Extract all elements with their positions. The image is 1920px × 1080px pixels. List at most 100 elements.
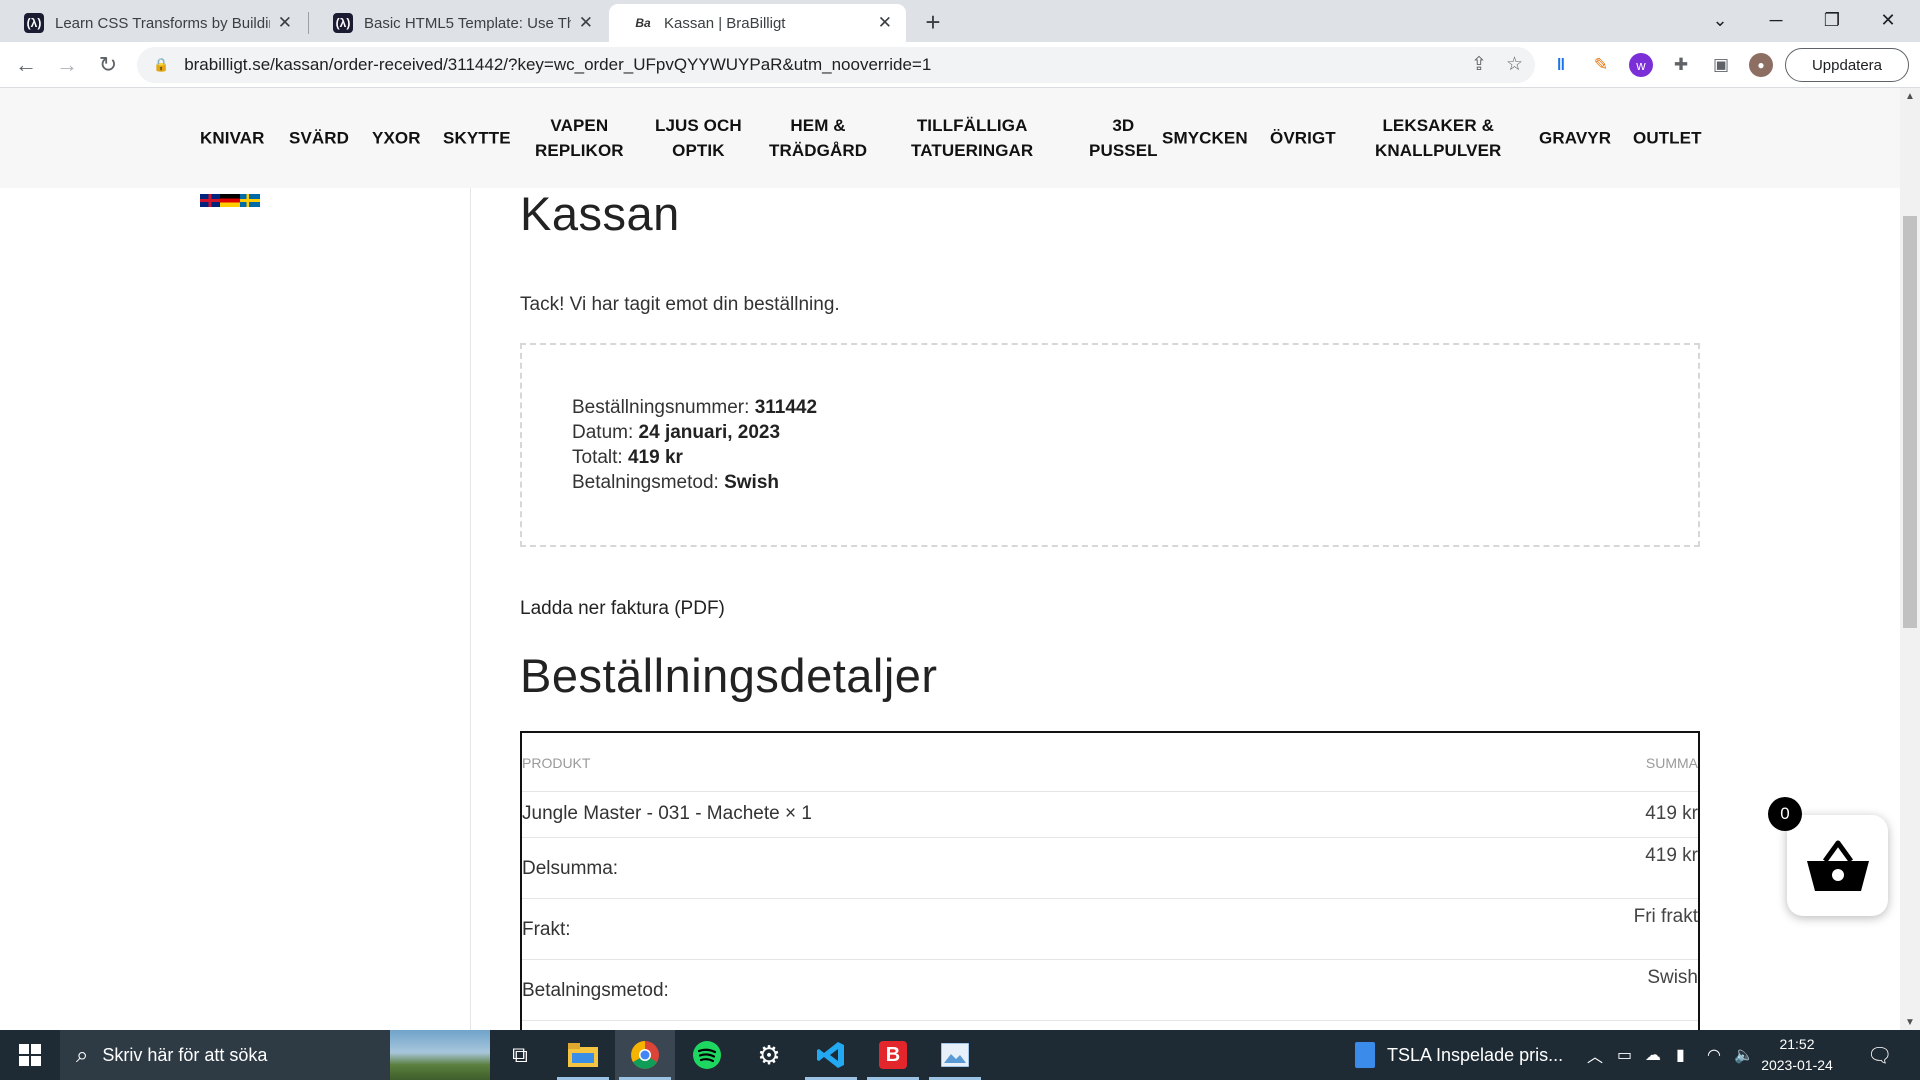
site-main-nav: KNIVAR SVÄRD YXOR SKYTTE VAPEN REPLIKOR … bbox=[0, 88, 1900, 188]
order-total-row: Totalt: 419 kr bbox=[572, 445, 1648, 470]
order-total-label: Totalt: bbox=[572, 447, 623, 468]
order-date-row: Datum: 24 januari, 2023 bbox=[572, 420, 1648, 445]
settings-gear-icon[interactable]: ⚙ bbox=[739, 1030, 799, 1080]
profile-avatar[interactable]: ● bbox=[1749, 53, 1773, 77]
order-payment-row: Betalningsmetod: Swish bbox=[572, 470, 1648, 495]
nav-item-tillfalliga-tatueringar[interactable]: TILLFÄLLIGA TATUERINGAR bbox=[911, 113, 1033, 163]
payment-method-label: Betalningsmetod: bbox=[522, 980, 669, 1001]
order-number-row: Beställningsnummer: 311442 bbox=[572, 395, 1648, 420]
scroll-up-icon[interactable]: ▲ bbox=[1900, 88, 1920, 104]
table-row: Delsumma: 419 kr bbox=[522, 838, 1698, 899]
order-payment-label: Betalningsmetod: bbox=[572, 472, 719, 493]
image-viewer-icon[interactable] bbox=[925, 1030, 985, 1080]
tab-title: Learn CSS Transforms by Building bbox=[55, 14, 270, 32]
taskbar-news-widget[interactable]: TSLA Inspelade pris... bbox=[1355, 1030, 1563, 1080]
close-icon[interactable]: ✕ bbox=[278, 13, 292, 33]
nav-item-knivar[interactable]: KNIVAR bbox=[200, 126, 265, 151]
column-header-sum: SUMMA bbox=[1645, 755, 1698, 771]
task-view-icon[interactable]: ⧉ bbox=[490, 1030, 550, 1080]
windows-logo-icon bbox=[19, 1044, 41, 1066]
tab-basic-html5-template[interactable]: (λ) Basic HTML5 Template: Use This ✕ bbox=[309, 4, 607, 42]
column-header-product: PRODUKT bbox=[522, 755, 591, 771]
tray-device-icon[interactable]: ▭ bbox=[1617, 1030, 1632, 1080]
taskbar-clock[interactable]: 21:52 2023-01-24 bbox=[1752, 1034, 1842, 1076]
color-picker-icon[interactable]: ✎ bbox=[1589, 53, 1613, 77]
nav-item-svard[interactable]: SVÄRD bbox=[289, 126, 349, 151]
restore-icon[interactable]: ❐ bbox=[1804, 4, 1860, 36]
taskbar-news-text: TSLA Inspelade pris... bbox=[1387, 1044, 1564, 1065]
shipping-value: Fri frakt bbox=[1633, 906, 1698, 927]
browser-tab-bar: (λ) Learn CSS Transforms by Building ✕ (… bbox=[0, 0, 1920, 42]
tray-volume-icon[interactable]: 🔈 bbox=[1734, 1030, 1754, 1080]
close-icon[interactable]: ✕ bbox=[579, 13, 593, 33]
order-total-value: 419 kr bbox=[627, 447, 683, 468]
scrollbar-thumb[interactable] bbox=[1903, 216, 1917, 628]
flag-de-icon[interactable] bbox=[220, 194, 240, 207]
file-explorer-icon[interactable] bbox=[553, 1030, 613, 1080]
nav-item-hem-tradgard[interactable]: HEM & TRÄDGÅRD bbox=[769, 113, 867, 163]
bookmark-star-icon[interactable]: ☆ bbox=[1506, 53, 1523, 76]
window-close-icon[interactable]: ✕ bbox=[1860, 4, 1916, 36]
tab-search-icon[interactable]: ⌄ bbox=[1692, 4, 1748, 36]
tab-kassan-brabilligt[interactable]: Ba Kassan | BraBilligt ✕ bbox=[609, 4, 906, 42]
table-row: Jungle Master - 031 - Machete × 1 419 kr bbox=[522, 792, 1698, 838]
close-icon[interactable]: ✕ bbox=[878, 13, 892, 33]
nav-item-skytte[interactable]: SKYTTE bbox=[443, 126, 511, 151]
share-icon[interactable]: ⇪ bbox=[1471, 53, 1487, 76]
nav-item-ljus-och-optik[interactable]: LJUS OCH OPTIK bbox=[655, 113, 742, 163]
scroll-down-icon[interactable]: ▼ bbox=[1900, 1014, 1920, 1030]
order-thanks-message: Tack! Vi har tagit emot din beställning. bbox=[520, 294, 840, 315]
reload-icon[interactable]: ↻ bbox=[92, 49, 124, 81]
clock-time: 21:52 bbox=[1779, 1036, 1815, 1052]
chrome-icon[interactable] bbox=[615, 1030, 675, 1080]
tray-battery-icon[interactable]: ▮ bbox=[1676, 1030, 1685, 1080]
minimize-icon[interactable]: ─ bbox=[1748, 4, 1804, 36]
clock-date: 2023-01-24 bbox=[1761, 1057, 1833, 1073]
tray-onedrive-icon[interactable]: ☁ bbox=[1645, 1030, 1661, 1080]
address-bar[interactable]: 🔒 brabilligt.se/kassan/order-received/31… bbox=[137, 47, 1535, 83]
brave-b-icon[interactable]: B bbox=[863, 1030, 923, 1080]
nav-item-vapen-replikor[interactable]: VAPEN REPLIKOR bbox=[535, 113, 624, 163]
nav-item-leksaker-knallpulver[interactable]: LEKSAKER & KNALLPULVER bbox=[1375, 113, 1501, 163]
tray-wifi-icon[interactable]: ◠ bbox=[1707, 1030, 1721, 1080]
tab-learn-css-transforms[interactable]: (λ) Learn CSS Transforms by Building ✕ bbox=[0, 4, 306, 42]
product-name[interactable]: Jungle Master - 031 - Machete × 1 bbox=[522, 803, 812, 825]
vscode-icon[interactable] bbox=[801, 1030, 861, 1080]
search-icon: ⌕ bbox=[76, 1042, 89, 1067]
nav-item-outlet[interactable]: OUTLET bbox=[1633, 126, 1702, 151]
page-title: Kassan bbox=[520, 187, 680, 240]
taskbar-search-placeholder: Skriv här för att söka bbox=[102, 1044, 268, 1065]
puzzle-icon[interactable]: ✚ bbox=[1669, 53, 1693, 77]
subtotal-value: 419 kr bbox=[1645, 845, 1698, 866]
taskbar-search-box[interactable]: ⌕ Skriv här för att söka bbox=[60, 1030, 490, 1080]
extension-w-icon[interactable]: w bbox=[1629, 53, 1653, 77]
cart-basket-button[interactable] bbox=[1787, 815, 1888, 916]
tray-chevron-icon[interactable]: ︿ bbox=[1587, 1030, 1603, 1080]
nav-item-smycken[interactable]: SMYCKEN bbox=[1162, 126, 1248, 151]
notifications-icon[interactable]: 🗨 bbox=[1867, 1030, 1892, 1080]
extension-icon[interactable]: ǁ bbox=[1549, 53, 1573, 77]
forward-icon[interactable]: → bbox=[51, 49, 83, 81]
flag-en-icon[interactable] bbox=[200, 194, 220, 207]
shipping-label: Frakt: bbox=[522, 919, 571, 940]
update-button[interactable]: Uppdatera bbox=[1785, 48, 1909, 82]
new-tab-button[interactable]: + bbox=[917, 6, 949, 38]
spotify-icon[interactable] bbox=[677, 1030, 737, 1080]
flag-sv-icon[interactable] bbox=[240, 194, 260, 207]
lock-icon[interactable]: 🔒 bbox=[153, 57, 169, 73]
windows-start-button[interactable] bbox=[0, 1030, 60, 1080]
download-invoice-link[interactable]: Ladda ner faktura (PDF) bbox=[520, 598, 725, 620]
nav-item-3d-pussel[interactable]: 3D PUSSEL bbox=[1089, 113, 1158, 163]
side-panel-icon[interactable]: ▣ bbox=[1709, 53, 1733, 77]
order-number-value: 311442 bbox=[754, 397, 818, 418]
back-icon[interactable]: ← bbox=[10, 49, 42, 81]
nav-item-yxor[interactable]: YXOR bbox=[372, 126, 421, 151]
tab-title: Basic HTML5 Template: Use This bbox=[364, 14, 571, 32]
nav-item-gravyr[interactable]: GRAVYR bbox=[1539, 126, 1611, 151]
order-number-label: Beställningsnummer: bbox=[572, 397, 750, 418]
url-text[interactable]: brabilligt.se/kassan/order-received/3114… bbox=[184, 55, 931, 75]
nav-item-ovrigt[interactable]: ÖVRIGT bbox=[1270, 126, 1336, 151]
page-scrollbar[interactable]: ▲ ▼ bbox=[1900, 88, 1920, 1030]
tab-title: Kassan | BraBilligt bbox=[664, 14, 786, 32]
basket-icon bbox=[1806, 840, 1869, 891]
